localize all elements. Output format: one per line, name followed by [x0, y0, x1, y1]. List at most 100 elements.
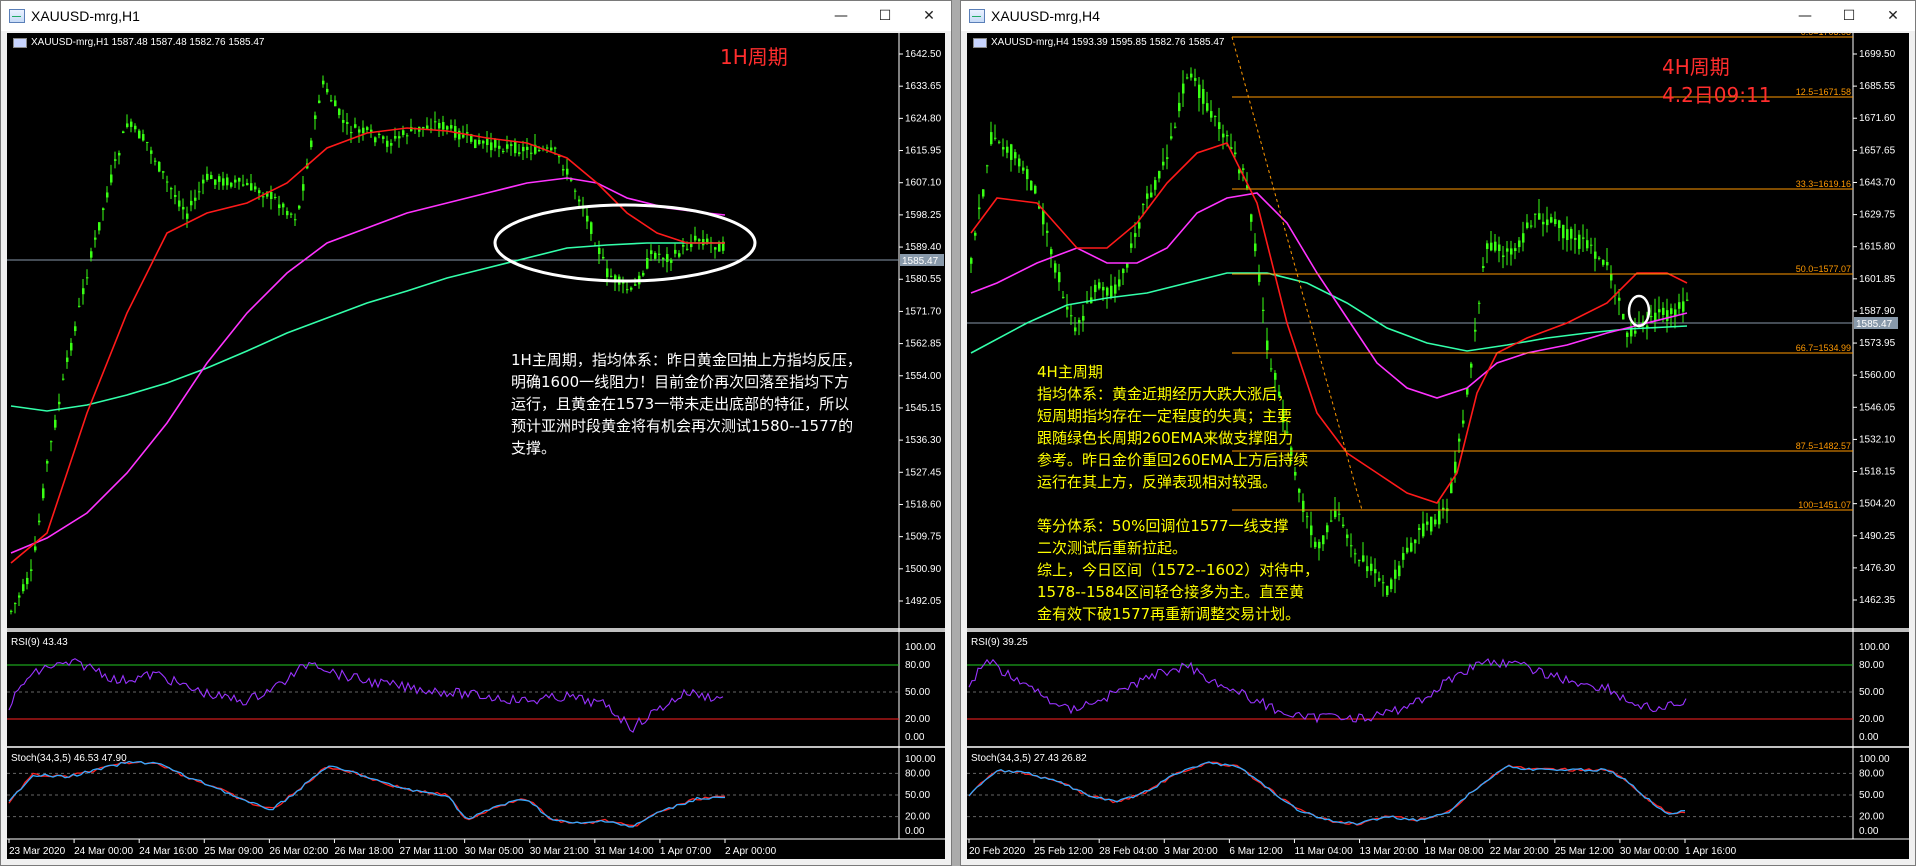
price-tick-label: 1587.90: [1859, 306, 1896, 317]
candle-body: [54, 419, 57, 428]
time-tick-label: 25 Mar 12:00: [1555, 846, 1614, 857]
candle-body: [10, 610, 13, 612]
rsi-tick-label: 50.00: [905, 687, 930, 698]
candle-body: [342, 119, 345, 123]
candle-body: [1094, 284, 1097, 293]
candle-body: [1362, 555, 1365, 562]
candle-body: [50, 441, 53, 443]
minimize-button[interactable]: —: [819, 1, 863, 31]
candle-body: [1110, 285, 1113, 298]
candle-body: [1570, 228, 1573, 239]
candle-body: [1390, 579, 1393, 590]
candle-body: [66, 357, 69, 362]
candle-body: [1066, 306, 1069, 310]
price-tick-label: 1589.40: [905, 242, 942, 253]
close-button[interactable]: ✕: [907, 1, 951, 31]
close-button[interactable]: ✕: [1871, 1, 1915, 31]
candle-body: [1414, 539, 1417, 544]
candle-body: [554, 147, 557, 149]
candle-body: [1494, 241, 1497, 251]
candle-body: [1422, 523, 1425, 537]
candle-body: [102, 208, 105, 211]
candle-body: [1262, 309, 1265, 312]
candle-body: [1398, 565, 1401, 577]
candle-body: [258, 190, 261, 194]
candle-body: [674, 249, 677, 254]
stoch-tick-label: 80.00: [1859, 768, 1884, 779]
candle-body: [374, 137, 377, 143]
price-tick-label: 1643.70: [1859, 177, 1896, 188]
fib-level-label: 87.5=1482.57: [1796, 441, 1851, 451]
chart-canvas[interactable]: 1642.50 1633.65 1624.80 1615.95 1607.10 1598.…: [7, 33, 945, 859]
candle-body: [526, 146, 529, 150]
candle-body: [198, 191, 201, 193]
candle-body: [686, 248, 689, 250]
candle-body: [194, 197, 197, 201]
candle-body: [506, 144, 509, 149]
candle-body: [86, 277, 89, 279]
stoch-tick-label: 50.00: [905, 790, 930, 801]
candle-body: [310, 140, 313, 148]
candle-body: [1550, 217, 1553, 223]
chart-window-h4[interactable]: XAUUSD-mrg,H4 — ☐ ✕ 1699.50 1685.55 1671.6…: [960, 0, 1916, 866]
candle-body: [1462, 420, 1465, 424]
candle-body: [26, 577, 29, 585]
price-tick-label: 1518.60: [905, 499, 942, 510]
fib-level-label: 100=1451.07: [1798, 500, 1851, 510]
candle-body: [1358, 559, 1361, 561]
candle-body: [298, 205, 301, 209]
candle-body: [626, 289, 629, 291]
candle-body: [478, 139, 481, 145]
minimize-button[interactable]: —: [1783, 1, 1827, 31]
candle-body: [106, 192, 109, 198]
candle-body: [1370, 563, 1373, 571]
candle-body: [122, 131, 125, 134]
candle-body: [1546, 219, 1549, 226]
candle-body: [350, 132, 353, 134]
candle-body: [1070, 315, 1073, 317]
fib-level-label: 0.0=1703.08: [1801, 33, 1851, 37]
candle-body: [206, 173, 209, 180]
candle-body: [1226, 135, 1229, 137]
time-tick-label: 28 Feb 04:00: [1099, 846, 1158, 857]
rsi-tick-label: 100.00: [905, 642, 936, 653]
candle-body: [1190, 73, 1193, 78]
candle-body: [386, 140, 389, 147]
candle-body: [562, 169, 565, 171]
price-tick-label: 1657.65: [1859, 145, 1896, 156]
candle-body: [1498, 244, 1501, 252]
title-bar[interactable]: XAUUSD-mrg,H1 — ☐ ✕: [1, 1, 951, 31]
candle-body: [1350, 545, 1353, 547]
candle-body: [154, 160, 157, 162]
candle-body: [190, 200, 193, 206]
candle-body: [1266, 340, 1269, 351]
chart-canvas[interactable]: 1699.50 1685.55 1671.60 1657.65 1643.70 1629.…: [967, 33, 1909, 859]
fib-level-label: 12.5=1671.58: [1796, 87, 1851, 97]
rsi-label: RSI(9) 43.43: [11, 637, 68, 648]
candle-body: [1198, 84, 1201, 98]
time-tick-label: 27 Mar 11:00: [400, 846, 459, 857]
candle-body: [494, 139, 497, 148]
candle-body: [1166, 157, 1169, 159]
candle-body: [1538, 213, 1541, 220]
candle-body: [1258, 273, 1261, 282]
candle-body: [354, 124, 357, 128]
candle-body: [602, 256, 605, 259]
maximize-button[interactable]: ☐: [863, 1, 907, 31]
candle-body: [1186, 77, 1189, 79]
rsi-tick-label: 100.00: [1859, 642, 1890, 653]
chart-window-h1[interactable]: XAUUSD-mrg,H1 — ☐ ✕ 1642.50 1633.65 1624.8…: [0, 0, 952, 866]
candle-body: [682, 244, 685, 247]
price-tick-label: 1536.30: [905, 435, 942, 446]
rsi-tick-label: 20.00: [905, 714, 930, 725]
maximize-button[interactable]: ☐: [1827, 1, 1871, 31]
candle-body: [998, 141, 1001, 143]
time-tick-label: 18 Mar 08:00: [1425, 846, 1484, 857]
candle-body: [182, 206, 185, 210]
title-bar[interactable]: XAUUSD-mrg,H4 — ☐ ✕: [961, 1, 1915, 31]
candle-body: [1322, 535, 1325, 545]
price-tick-label: 1509.75: [905, 532, 942, 543]
candle-body: [462, 134, 465, 138]
candle-body: [1078, 320, 1081, 323]
candle-body: [1382, 582, 1385, 584]
